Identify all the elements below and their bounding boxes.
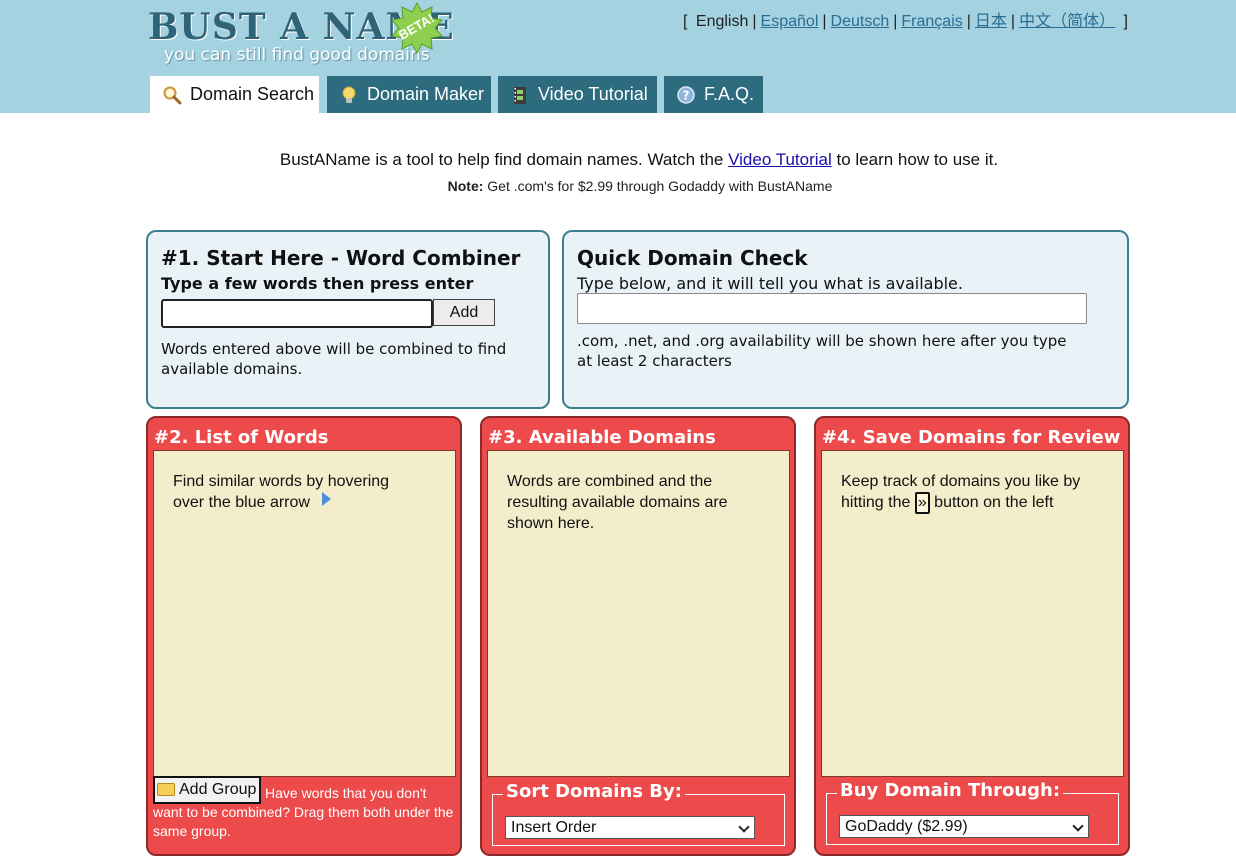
chevron-down-icon xyxy=(1072,820,1084,832)
lang-separator: | xyxy=(966,13,971,30)
tab-domain-search[interactable]: Domain Search xyxy=(150,76,319,113)
tab-label: Domain Maker xyxy=(367,84,485,104)
promo-note: Note: Get .com's for $2.99 through Godad… xyxy=(0,178,1236,194)
tab-faq[interactable]: ? F.A.Q. xyxy=(664,76,763,113)
buy-fieldset: Buy Domain Through: GoDaddy ($2.99) xyxy=(826,780,1119,845)
lang-separator: | xyxy=(1010,13,1016,30)
lang-close-bracket: ] xyxy=(1123,13,1128,30)
registrar-selected-value: GoDaddy ($2.99) xyxy=(845,818,968,835)
quick-check-subtitle: Type below, and it will tell you what is… xyxy=(577,274,963,293)
lang-chinese[interactable]: 中文（简体） xyxy=(1019,13,1115,30)
save-domains-title: #4. Save Domains for Review xyxy=(822,427,1121,448)
saved-domains-list[interactable]: Keep track of domains you like by hittin… xyxy=(821,450,1124,777)
intro-after: to learn how to use it. xyxy=(831,150,999,169)
sort-legend: Sort Domains By: xyxy=(503,781,685,802)
sort-fieldset: Sort Domains By: Insert Order xyxy=(492,781,785,846)
registrar-select[interactable]: GoDaddy ($2.99) xyxy=(839,815,1089,838)
word-combiner-subtitle: Type a few words then press enter xyxy=(161,274,474,293)
film-icon xyxy=(514,86,526,104)
lightbulb-icon xyxy=(342,86,356,103)
available-domains-title: #3. Available Domains xyxy=(488,427,716,448)
list-of-words-title: #2. List of Words xyxy=(154,427,329,448)
sort-selected-value: Insert Order xyxy=(511,819,597,836)
tab-video-tutorial[interactable]: Video Tutorial xyxy=(498,76,657,113)
sort-select[interactable]: Insert Order xyxy=(505,816,755,839)
tab-label: Domain Search xyxy=(190,84,315,104)
lang-english: English xyxy=(695,13,749,30)
word-list-area[interactable]: Find similar words by hovering over the … xyxy=(153,450,456,777)
save-raquo-button: » xyxy=(914,492,930,514)
add-group-label: Add Group xyxy=(179,781,257,798)
quick-check-help: .com, .net, and .org availability will b… xyxy=(577,332,1067,370)
site-header: BUST A NAME you can still find good doma… xyxy=(0,0,1236,113)
lang-deutsch[interactable]: Deutsch xyxy=(831,13,890,30)
lang-open-bracket: [ xyxy=(683,13,688,30)
lang-japanese[interactable]: 日本 xyxy=(975,13,1007,30)
intro-before: BustAName is a tool to help find domain … xyxy=(279,150,729,169)
available-domains-help: Words are combined and the resulting ava… xyxy=(507,473,728,532)
lang-espanol[interactable]: Español xyxy=(761,13,819,30)
word-combiner-title: #1. Start Here - Word Combiner xyxy=(161,246,521,270)
quick-check-title: Quick Domain Check xyxy=(577,246,808,270)
save-domains-help-after: button on the left xyxy=(929,494,1054,511)
word-combiner-help: Words entered above will be combined to … xyxy=(161,340,507,378)
add-group-button[interactable]: Add Group xyxy=(153,776,261,804)
list-of-words-help-wrap: Find similar words by hovering over the … xyxy=(173,471,423,513)
note-text: Get .com's for $2.99 through Godaddy wit… xyxy=(483,178,833,194)
add-word-button[interactable]: Add xyxy=(433,299,495,326)
save-domains-help-wrap: Keep track of domains you like by hittin… xyxy=(841,471,1091,514)
lang-separator: | xyxy=(822,13,827,30)
available-domains-panel: #3. Available Domains Words are combined… xyxy=(480,416,796,856)
site-logo[interactable]: BUST A NAME you can still find good doma… xyxy=(148,2,454,68)
word-combiner-panel: #1. Start Here - Word Combiner Type a fe… xyxy=(146,230,550,409)
available-domains-list[interactable]: Words are combined and the resulting ava… xyxy=(487,450,790,777)
folder-icon xyxy=(157,782,175,796)
lang-separator: | xyxy=(752,13,757,30)
tab-domain-maker[interactable]: Domain Maker xyxy=(327,76,491,113)
tab-label: F.A.Q. xyxy=(704,84,755,104)
intro-text: BustAName is a tool to help find domain … xyxy=(0,150,1236,170)
tab-label: Video Tutorial xyxy=(538,84,648,104)
word-input[interactable] xyxy=(161,299,433,328)
quick-check-panel: Quick Domain Check Type below, and it wi… xyxy=(562,230,1129,409)
blue-arrow-icon[interactable] xyxy=(321,491,331,506)
svg-text:?: ? xyxy=(683,88,690,102)
save-domains-panel: #4. Save Domains for Review Keep track o… xyxy=(814,416,1130,856)
buy-legend: Buy Domain Through: xyxy=(837,780,1064,801)
lang-separator: | xyxy=(893,13,898,30)
list-of-words-panel: #2. List of Words Find similar words by … xyxy=(146,416,462,856)
chevron-down-icon xyxy=(738,821,750,833)
lang-francais[interactable]: Français xyxy=(901,13,962,30)
magnifier-icon xyxy=(163,86,182,104)
logo-tagline: you can still find good domains xyxy=(164,45,430,65)
quick-check-input[interactable] xyxy=(577,293,1087,324)
video-tutorial-link[interactable]: Video Tutorial xyxy=(728,150,832,169)
help-icon: ? xyxy=(677,85,695,104)
note-label: Note: xyxy=(447,178,484,194)
list-of-words-help: Find similar words by hovering over the … xyxy=(173,473,390,511)
language-switcher: [ English | Español | Deutsch | Français | 日本 | 中文… xyxy=(683,7,1128,31)
